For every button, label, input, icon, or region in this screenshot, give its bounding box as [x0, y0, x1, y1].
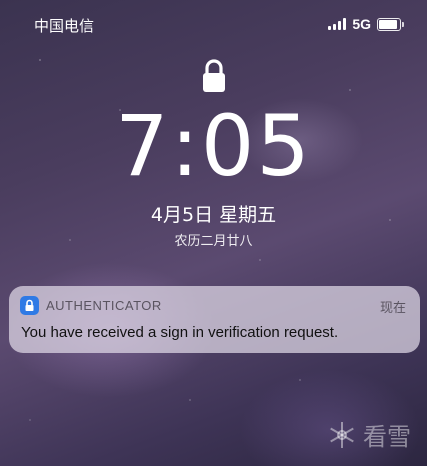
lunar-date-label: 农历二月廿八	[174, 234, 253, 249]
clock-time: 7:05	[115, 97, 312, 195]
signal-icon	[328, 18, 347, 30]
date-label: 4月5日 星期五	[150, 204, 277, 226]
network-type: 5G	[352, 16, 371, 32]
status-indicators: 5G	[328, 16, 404, 32]
notification-app-name: AUTHENTICATOR	[46, 298, 162, 313]
status-bar: 中国电信 5G	[0, 0, 427, 48]
notification-card[interactable]: AUTHENTICATOR 现在 You have received a sig…	[9, 286, 420, 353]
watermark-text: 看雪	[363, 423, 411, 451]
notification-message: You have received a sign in verification…	[21, 324, 339, 341]
battery-icon	[377, 17, 404, 31]
notification-time: 现在	[379, 301, 406, 316]
lock-screen: 中国电信 5G 7:05 4月5日 星期五 农历二月廿八 AUTHENTICAT…	[0, 0, 427, 466]
snowflake-icon	[330, 421, 354, 448]
carrier-label: 中国电信	[34, 17, 95, 35]
battery-level	[379, 19, 397, 29]
authenticator-icon	[20, 296, 39, 315]
watermark: 看雪	[327, 417, 411, 452]
lock-icon	[203, 59, 225, 92]
